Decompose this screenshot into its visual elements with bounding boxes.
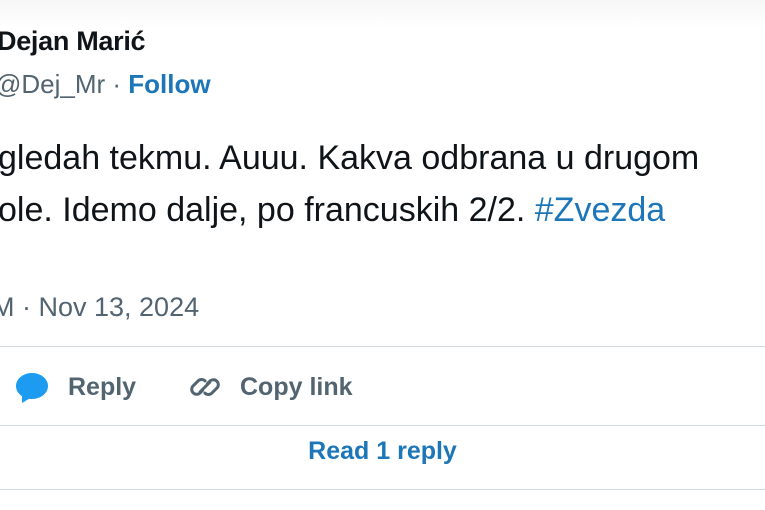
handle-separator: · <box>105 69 129 99</box>
speech-bubble-icon <box>14 370 50 404</box>
copy-link-button[interactable]: Copy link <box>188 360 353 414</box>
tweet-text: gledah tekmu. Auuu. Kakva odbrana u drug… <box>0 132 765 236</box>
tweet-text-line-1: gledah tekmu. Auuu. Kakva odbrana u drug… <box>0 139 700 177</box>
tweet-actions: Reply Copy link <box>0 360 765 414</box>
read-replies-button[interactable]: Read 1 reply <box>0 437 765 466</box>
tweet-card: Dejan Marić @Dej_Mr · Follow gledah tekm… <box>0 0 765 510</box>
tweet-timestamp[interactable]: M · Nov 13, 2024 <box>0 292 199 323</box>
author-handle-row: @Dej_Mr · Follow <box>0 69 211 100</box>
link-icon <box>188 370 222 404</box>
divider <box>0 425 765 426</box>
tweet-text-line-2-prefix: ole. Idemo dalje, po francuskih 2/2. <box>0 191 535 229</box>
divider <box>0 489 765 490</box>
reply-label: Reply <box>68 372 137 401</box>
author-handle[interactable]: @Dej_Mr <box>0 69 105 99</box>
follow-button[interactable]: Follow <box>128 69 210 99</box>
hashtag-link[interactable]: #Zvezda <box>535 191 665 229</box>
tweet-text-line-2: ole. Idemo dalje, po francuskih 2/2. #Zv… <box>0 184 765 236</box>
divider <box>0 346 765 347</box>
top-shadow <box>0 0 765 28</box>
copy-link-label: Copy link <box>240 372 353 401</box>
reply-button[interactable]: Reply <box>14 360 136 414</box>
author-name[interactable]: Dejan Marić <box>0 26 146 57</box>
